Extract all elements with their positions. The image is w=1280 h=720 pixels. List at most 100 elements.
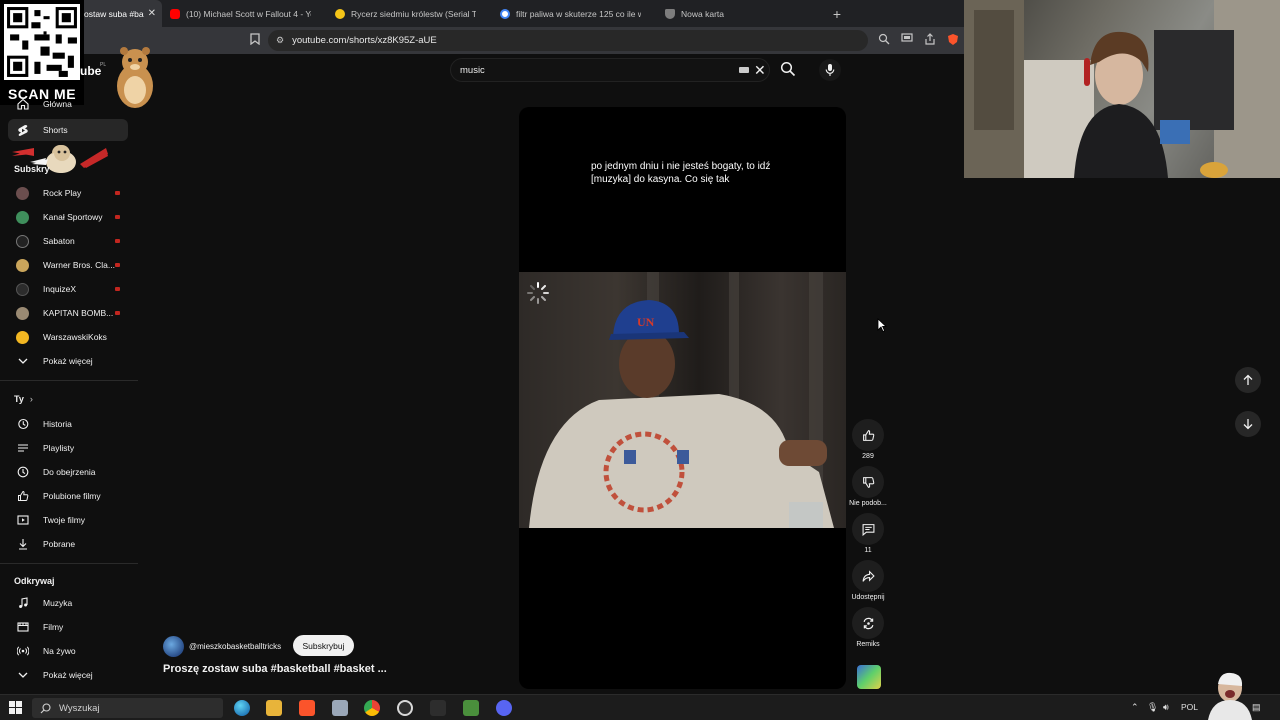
sidebar-item-history[interactable]: Historia <box>8 413 128 435</box>
share-label: Udostępnij <box>851 594 885 601</box>
comment-count: 11 <box>864 547 872 554</box>
sidebar-item-subscription[interactable]: Sabaton <box>8 230 128 252</box>
tab-title: ostaw suba #bas <box>84 8 144 19</box>
notepad-app-icon[interactable] <box>332 700 348 716</box>
sidebar-item-subscription[interactable]: Rock Play <box>8 182 128 204</box>
chevron-down-icon <box>16 355 29 368</box>
browser-tab[interactable]: (10) Michael Scott w Fallout 4 - YouT <box>162 0 327 27</box>
sidebar-item-subscription[interactable]: InquizeX <box>8 278 128 300</box>
short-title[interactable]: Proszę zostaw suba #basketball #basket .… <box>163 663 387 675</box>
sidebar-item-music[interactable]: Muzyka <box>8 592 128 614</box>
brave-shield-icon[interactable] <box>946 33 960 47</box>
new-tab-button[interactable]: + <box>826 6 848 22</box>
sidebar-item-your-videos[interactable]: Twoje filmy <box>8 509 128 531</box>
previous-short-button[interactable] <box>1235 367 1261 393</box>
new-content-indicator <box>115 215 120 219</box>
keyboard-icon[interactable] <box>739 67 749 73</box>
site-settings-icon[interactable]: ⚙ <box>276 35 284 46</box>
clock-icon <box>16 466 29 479</box>
tab-title: Rycerz siedmiu królestw (Serial TV 20 <box>351 8 476 19</box>
remix-icon <box>863 617 873 629</box>
sidebar-item-label: Główna <box>43 99 72 109</box>
close-tab-icon[interactable]: ✕ <box>148 8 156 19</box>
steelseries-app-icon[interactable] <box>397 700 413 716</box>
sidebar-item-home[interactable]: Główna <box>8 95 128 113</box>
cast-icon[interactable] <box>900 33 914 47</box>
sidebar-item-subscription[interactable]: KAPITAN BOMB... <box>8 302 128 324</box>
history-icon <box>16 418 29 431</box>
sidebar-item-shorts[interactable]: Shorts <box>8 119 128 141</box>
search-icon <box>780 61 796 77</box>
share-button[interactable] <box>852 560 884 592</box>
microphone-tray-icon[interactable]: 🎙︎ <box>1147 702 1158 713</box>
volume-tray-icon[interactable]: 🔊︎ <box>1163 702 1169 713</box>
sidebar-show-more-explore[interactable]: Pokaż więcej <box>8 664 128 686</box>
windows-start-icon[interactable] <box>9 701 22 714</box>
sidebar-item-label: KAPITAN BOMB... <box>43 308 114 318</box>
channel-avatar <box>16 210 29 224</box>
new-content-indicator <box>115 191 120 195</box>
sidebar-item-live[interactable]: Na żywo <box>8 640 128 662</box>
chrome-app-icon[interactable] <box>364 700 380 716</box>
remix-label: Remiks <box>856 641 880 648</box>
like-button[interactable] <box>852 419 884 451</box>
you-heading-label: Ty <box>14 394 24 404</box>
sidebar-item-playlists[interactable]: Playlisty <box>8 437 128 459</box>
thumb-up-icon <box>16 490 29 503</box>
channel-name[interactable]: @mieszkobasketballtricks <box>189 642 281 651</box>
screen: ostaw suba #bas ✕ (10) Michael Scott w F… <box>0 0 1280 720</box>
music-icon <box>16 597 29 610</box>
browser-tab[interactable]: filtr paliwa w skuterze 125 co ile wym <box>492 0 657 27</box>
channel-avatar <box>16 258 29 272</box>
taskbar-search-input[interactable]: Wyszukaj <box>32 698 223 718</box>
sidebar-item-watch-later[interactable]: Do obejrzenia <box>8 461 128 483</box>
remix-button[interactable] <box>852 607 884 639</box>
sidebar-item-label: Pokaż więcej <box>43 356 93 366</box>
clear-search-icon[interactable]: ✕ <box>754 62 766 79</box>
browser-tab[interactable]: Rycerz siedmiu królestw (Serial TV 20 <box>327 0 492 27</box>
sound-thumbnail[interactable] <box>857 665 881 689</box>
sidebar-item-subscription[interactable]: Warner Bros. Cla... <box>8 254 128 276</box>
share-page-icon[interactable] <box>923 33 937 47</box>
cat-sticker-image <box>12 145 108 173</box>
sidebar-item-liked-videos[interactable]: Polubione filmy <box>8 485 128 507</box>
channel-avatar[interactable] <box>163 636 184 657</box>
sidebar-item-label: Twoje filmy <box>43 515 86 525</box>
sidebar-divider <box>0 563 138 564</box>
share-icon <box>862 569 875 582</box>
media-player-app-icon[interactable] <box>430 700 446 716</box>
edge-app-icon[interactable] <box>234 700 250 716</box>
next-short-button[interactable] <box>1235 411 1261 437</box>
search-input[interactable]: music <box>450 58 770 82</box>
sidebar-item-subscription[interactable]: Kanał Sportowy <box>8 206 128 228</box>
subscribe-button[interactable]: Subskrybuj <box>293 635 354 656</box>
search-input-value: music <box>460 64 485 76</box>
channel-avatar <box>16 282 29 296</box>
bookmark-icon[interactable] <box>248 33 262 47</box>
keyboard-language[interactable]: POL <box>1181 702 1198 712</box>
file-explorer-app-icon[interactable] <box>266 700 282 716</box>
new-content-indicator <box>115 239 120 243</box>
you-section-heading[interactable]: Ty › <box>14 394 33 404</box>
browser-tab[interactable]: Nowa karta <box>657 0 822 27</box>
arrow-down-icon <box>1243 419 1253 430</box>
short-video-player[interactable]: po jednym dniu i nie jesteś bogaty, to i… <box>519 107 846 689</box>
tab-title: Nowa karta <box>681 8 724 19</box>
tray-chevron-up-icon[interactable]: ⌃ <box>1131 702 1139 713</box>
loading-spinner-icon <box>527 282 549 304</box>
sidebar-item-subscription[interactable]: WarszawskiKoks <box>8 326 128 348</box>
sidebar-item-movies[interactable]: Filmy <box>8 616 128 638</box>
url-field[interactable]: ⚙ youtube.com/shorts/xz8K95Z-aUE <box>268 30 868 51</box>
sidebar-item-label: Pokaż więcej <box>43 670 93 680</box>
comments-button[interactable] <box>852 513 884 545</box>
shorts-icon <box>16 124 29 137</box>
dislike-button[interactable] <box>852 466 884 498</box>
sidebar-item-downloads[interactable]: Pobrane <box>8 533 128 555</box>
sidebar-show-more-subscriptions[interactable]: Pokaż więcej <box>8 350 128 372</box>
chat-app-icon[interactable] <box>463 700 479 716</box>
zoom-icon[interactable] <box>877 33 891 47</box>
voice-search-button[interactable] <box>819 59 841 81</box>
discord-app-icon[interactable] <box>496 700 512 716</box>
brave-app-icon[interactable] <box>299 700 315 716</box>
search-button[interactable] <box>780 61 798 79</box>
